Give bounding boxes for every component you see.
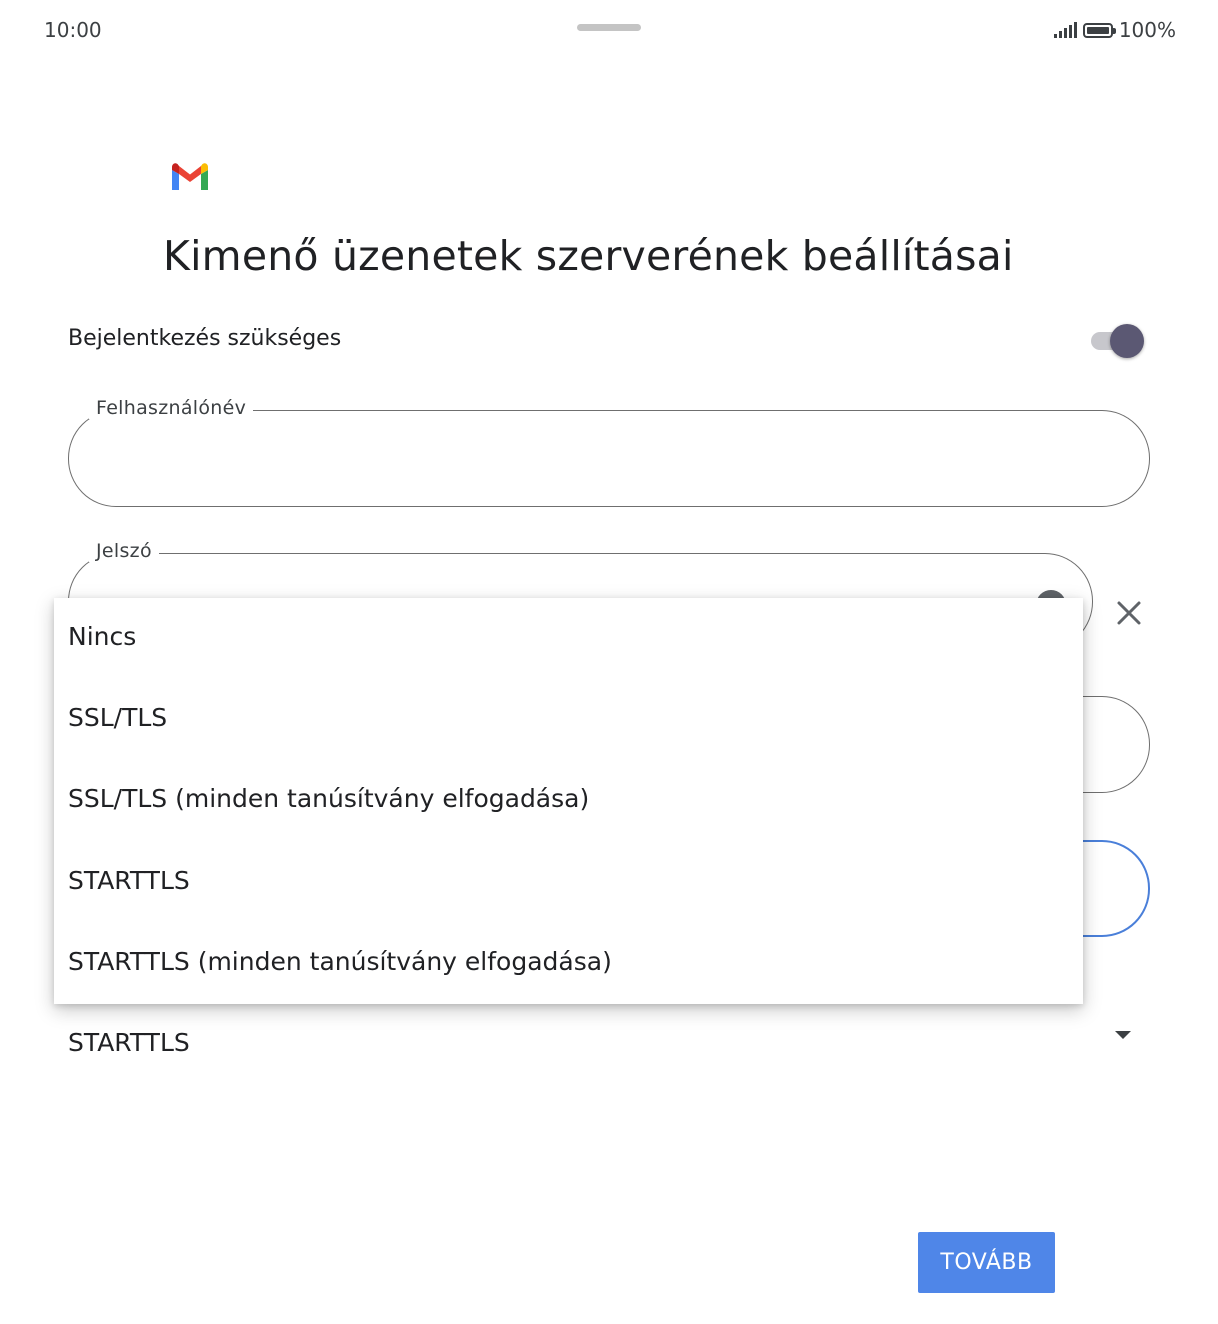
menu-item-nincs[interactable]: Nincs	[68, 622, 136, 651]
toggle-thumb	[1110, 324, 1144, 358]
close-icon[interactable]	[1112, 596, 1146, 630]
menu-item-starttls[interactable]: STARTTLS	[68, 866, 190, 895]
login-required-label: Bejelentkezés szükséges	[68, 326, 342, 351]
username-label: Felhasználónév	[89, 397, 254, 419]
battery-percent: 100%	[1118, 18, 1176, 42]
menu-item-starttls-accept-all[interactable]: STARTTLS (minden tanúsítvány elfogadása)	[68, 947, 612, 976]
security-dropdown-menu: Nincs SSL/TLS SSL/TLS (minden tanúsítván…	[54, 598, 1083, 1004]
page-title: Kimenő üzenetek szerverének beállításai	[163, 232, 1014, 280]
login-required-toggle[interactable]	[1089, 324, 1145, 358]
menu-item-ssl-tls[interactable]: SSL/TLS	[68, 703, 167, 732]
security-type-select[interactable]: STARTTLS	[68, 1022, 1150, 1072]
next-button[interactable]: TOVÁBB	[918, 1232, 1055, 1293]
password-label: Jelszó	[89, 540, 159, 562]
status-time: 10:00	[44, 18, 102, 42]
status-icons: 100%	[1053, 18, 1176, 42]
drag-handle[interactable]	[577, 24, 641, 31]
menu-item-ssl-tls-accept-all[interactable]: SSL/TLS (minden tanúsítvány elfogadása)	[68, 784, 589, 813]
dropdown-arrow-icon	[1115, 1031, 1131, 1039]
security-selected-value: STARTTLS	[68, 1028, 190, 1057]
battery-icon	[1082, 22, 1116, 38]
signal-icon	[1053, 22, 1077, 38]
username-field[interactable]: Felhasználónév	[68, 397, 1150, 507]
gmail-logo	[172, 163, 208, 190]
